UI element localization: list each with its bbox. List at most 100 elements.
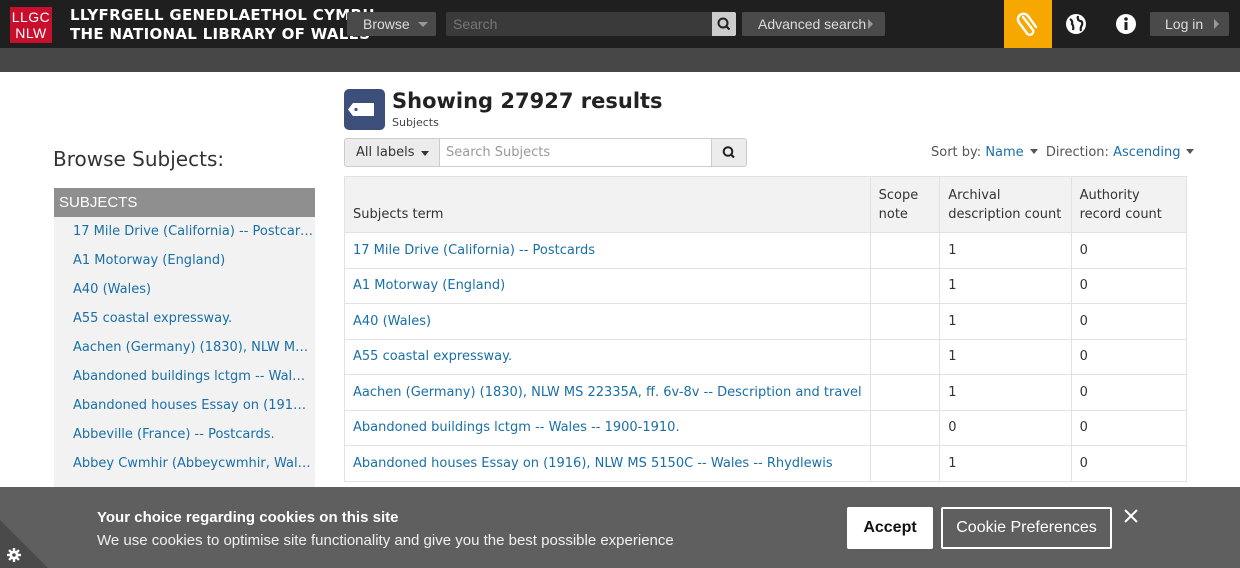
- scope-cell: [869, 445, 941, 482]
- table-row: Abandoned buildings lctgm -- Wales -- 19…: [344, 409, 1188, 446]
- cookie-title: Your choice regarding cookies on this si…: [97, 509, 399, 526]
- globe-icon: [1066, 14, 1086, 34]
- cookie-preferences-button[interactable]: Cookie Preferences: [941, 507, 1112, 549]
- authority-count-cell: 0: [1070, 445, 1188, 482]
- term-cell: A55 coastal expressway.: [344, 338, 871, 375]
- advanced-search-button[interactable]: Advanced search: [742, 12, 885, 36]
- table-header-row: Subjects term Scope note Archival descri…: [344, 176, 1188, 233]
- authority-count-cell: 0: [1070, 338, 1188, 375]
- sidebar-item[interactable]: Abandoned buildings lctgm -- Wales -- 19…: [73, 369, 313, 384]
- results-table: Subjects term Scope note Archival descri…: [344, 176, 1188, 482]
- archival-count-cell: 1: [939, 374, 1072, 411]
- sort-by-select[interactable]: Name: [985, 145, 1023, 160]
- subjects-tag-icon: [344, 89, 385, 130]
- site-title-welsh: LLYFRGELL GENEDLAETHOL CYMRU: [70, 6, 375, 24]
- results-subtitle: Subjects: [392, 116, 439, 129]
- library-logo[interactable]: LLGC NLW: [10, 7, 52, 43]
- column-header-scope: Scope note: [869, 176, 941, 233]
- scope-cell: [869, 409, 941, 446]
- search-icon: [722, 146, 735, 159]
- caret-right-icon: [1214, 19, 1219, 29]
- cookie-text: We use cookies to optimise site function…: [97, 532, 674, 549]
- sidebar-subject-list: 17 Mile Drive (California) -- Postcards …: [54, 217, 315, 517]
- sidebar-item[interactable]: Abbey Cwmhir (Abbeycwmhir, Wales) -- Pos…: [73, 456, 313, 471]
- login-label: Log in: [1165, 16, 1204, 32]
- info-icon: [1116, 14, 1136, 34]
- sidebar-item[interactable]: A1 Motorway (England): [73, 253, 313, 268]
- sidebar-item[interactable]: Abandoned houses Essay on (1916), NLW MS…: [73, 398, 313, 413]
- browse-menu-button[interactable]: Browse: [347, 12, 436, 36]
- archival-count-cell: 1: [939, 267, 1072, 304]
- accept-cookies-button[interactable]: Accept: [847, 507, 933, 549]
- paperclip-icon: [1016, 12, 1038, 36]
- close-cookie-banner-button[interactable]: [1122, 507, 1140, 525]
- global-search-button[interactable]: [712, 12, 736, 36]
- term-cell: Abandoned buildings lctgm -- Wales -- 19…: [344, 409, 871, 446]
- sidebar-item[interactable]: A40 (Wales): [73, 282, 313, 297]
- sort-by-label: Sort by:: [931, 145, 982, 160]
- sidebar-item[interactable]: A55 coastal expressway.: [73, 311, 313, 326]
- archival-count-cell: 1: [939, 232, 1072, 269]
- gear-icon: [7, 548, 21, 562]
- clipboard-button[interactable]: [1004, 0, 1052, 48]
- sidebar-item[interactable]: Aachen (Germany) (1830), NLW MS 22335A, …: [73, 340, 313, 355]
- archival-count-cell: 1: [939, 338, 1072, 375]
- cookie-settings-button[interactable]: [0, 520, 48, 568]
- term-link[interactable]: A40 (Wales): [353, 314, 431, 329]
- caret-down-icon: [421, 151, 429, 156]
- subjects-search-input[interactable]: [440, 138, 712, 167]
- authority-count-cell: 0: [1070, 374, 1188, 411]
- header-subbar: [0, 48, 1240, 72]
- table-row: A55 coastal expressway. 1 0: [344, 338, 1188, 375]
- global-search-input[interactable]: [446, 12, 712, 36]
- caret-down-icon: [418, 22, 428, 27]
- term-cell: 17 Mile Drive (California) -- Postcards: [344, 232, 871, 269]
- direction-select[interactable]: Ascending: [1113, 145, 1180, 160]
- sidebar-item[interactable]: 17 Mile Drive (California) -- Postcards: [73, 224, 313, 239]
- column-header-term[interactable]: Subjects term: [344, 176, 871, 233]
- term-cell: Abandoned houses Essay on (1916), NLW MS…: [344, 445, 871, 482]
- labels-select[interactable]: All labels: [344, 138, 440, 167]
- table-row: Aachen (Germany) (1830), NLW MS 22335A, …: [344, 374, 1188, 411]
- archival-count-cell: 0: [939, 409, 1072, 446]
- term-link[interactable]: A55 coastal expressway.: [353, 349, 512, 364]
- authority-count-cell: 0: [1070, 409, 1188, 446]
- browse-label: Browse: [363, 16, 410, 32]
- archival-count-cell: 1: [939, 445, 1072, 482]
- scope-cell: [869, 267, 941, 304]
- table-row: A40 (Wales) 1 0: [344, 303, 1188, 340]
- login-button[interactable]: Log in: [1150, 12, 1229, 36]
- advanced-search-label: Advanced search: [758, 16, 867, 32]
- labels-select-value: All labels: [356, 145, 415, 160]
- scope-cell: [869, 303, 941, 340]
- sidebar-heading: SUBJECTS: [54, 188, 315, 217]
- authority-count-cell: 0: [1070, 267, 1188, 304]
- term-link[interactable]: Abandoned houses Essay on (1916), NLW MS…: [353, 456, 833, 471]
- caret-down-icon: [1186, 149, 1195, 154]
- term-link[interactable]: Aachen (Germany) (1830), NLW MS 22335A, …: [353, 385, 862, 400]
- direction-label: Direction:: [1045, 145, 1109, 160]
- table-row: A1 Motorway (England) 1 0: [344, 267, 1188, 304]
- logo-line-1: LLGC: [11, 9, 51, 25]
- logo-line-2: NLW: [15, 25, 47, 41]
- term-cell: A40 (Wales): [344, 303, 871, 340]
- scope-cell: [869, 232, 941, 269]
- term-cell: A1 Motorway (England): [344, 267, 871, 304]
- site-title[interactable]: LLYFRGELL GENEDLAETHOL CYMRU THE NATIONA…: [70, 6, 375, 44]
- term-link[interactable]: Abandoned buildings lctgm -- Wales -- 19…: [353, 420, 680, 435]
- term-link[interactable]: A1 Motorway (England): [353, 278, 505, 293]
- archival-count-cell: 1: [939, 303, 1072, 340]
- sidebar-item[interactable]: Abbeville (France) -- Postcards.: [73, 427, 313, 442]
- scope-cell: [869, 338, 941, 375]
- sidebar-title: Browse Subjects:: [53, 147, 225, 171]
- subjects-search-button[interactable]: [711, 138, 747, 167]
- caret-down-icon: [1029, 149, 1038, 154]
- language-button[interactable]: [1064, 12, 1088, 36]
- column-header-authority: Authority record count: [1070, 176, 1188, 233]
- search-icon: [717, 17, 731, 31]
- term-link[interactable]: 17 Mile Drive (California) -- Postcards: [353, 243, 595, 258]
- close-icon: [1124, 509, 1138, 523]
- table-row: Abandoned houses Essay on (1916), NLW MS…: [344, 445, 1188, 482]
- info-button[interactable]: [1114, 12, 1138, 36]
- results-title: Showing 27927 results: [392, 89, 663, 113]
